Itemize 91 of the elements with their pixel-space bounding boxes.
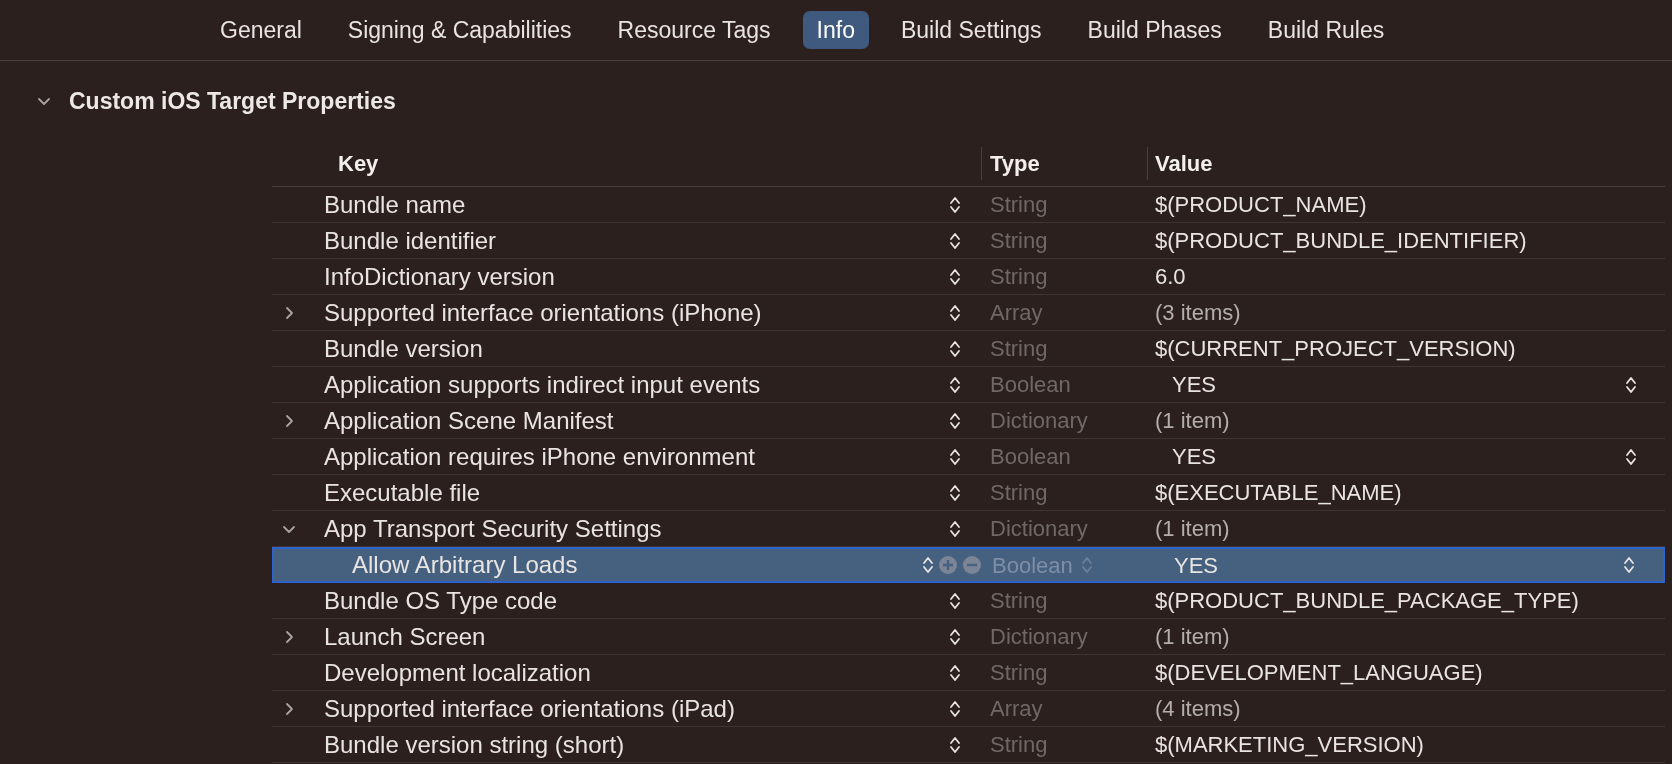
table-row[interactable]: Bundle version string (short) String $(MARKETING_VERSION) <box>272 727 1665 763</box>
key-text: Application Scene Manifest <box>324 405 614 436</box>
tab[interactable]: Build Settings <box>886 11 1056 49</box>
stepper-icon[interactable] <box>949 446 961 467</box>
type-text: Array <box>990 299 1043 327</box>
key-text: Application requires iPhone environment <box>324 441 755 472</box>
table-row[interactable]: Bundle version String $(CURRENT_PROJECT_VERSION) <box>272 331 1665 367</box>
type-text: Boolean <box>990 371 1071 399</box>
value-text: $(PRODUCT_BUNDLE_PACKAGE_TYPE) <box>1155 587 1579 615</box>
stepper-icon[interactable] <box>949 410 961 431</box>
boolean-value[interactable]: YES <box>1172 440 1217 473</box>
key-text: Bundle name <box>324 189 466 220</box>
type-text: String <box>990 587 1048 615</box>
table-row[interactable]: Bundle OS Type code String $(PRODUCT_BUNDLE_PACKAGE_TYPE) <box>272 583 1665 619</box>
key-text: InfoDictionary version <box>324 261 555 292</box>
item-count: (3 items) <box>1155 299 1241 327</box>
value-text: $(PRODUCT_NAME) <box>1155 191 1367 219</box>
stepper-icon[interactable] <box>949 698 961 719</box>
tab[interactable]: Resource Tags <box>603 11 785 49</box>
item-count: (1 item) <box>1155 407 1230 435</box>
key-text: Bundle version <box>324 333 483 364</box>
type-text: Dictionary <box>990 515 1088 543</box>
value-text: $(PRODUCT_BUNDLE_IDENTIFIER) <box>1155 227 1527 255</box>
key-text: Development localization <box>324 657 591 688</box>
type-text: Boolean <box>990 443 1071 471</box>
value-text: 6.0 <box>1155 263 1186 291</box>
stepper-icon[interactable] <box>949 626 961 647</box>
key-text: Supported interface orientations (iPad) <box>324 693 735 724</box>
tab[interactable]: Signing & Capabilities <box>333 11 586 49</box>
value-text: $(DEVELOPMENT_LANGUAGE) <box>1155 659 1483 687</box>
boolean-value[interactable]: YES <box>1172 368 1217 401</box>
stepper-icon[interactable] <box>949 662 961 683</box>
type-text: Array <box>990 695 1043 723</box>
stepper-icon[interactable] <box>949 266 961 287</box>
item-count: (1 item) <box>1155 623 1230 651</box>
type-text: Boolean <box>992 551 1073 580</box>
table-row[interactable]: Supported interface orientations (iPad) Array (4 items) <box>272 691 1665 727</box>
stepper-icon[interactable] <box>949 590 961 611</box>
item-count: (1 item) <box>1155 515 1230 543</box>
table-row[interactable]: Application requires iPhone environment Boolean YES <box>272 439 1665 475</box>
boolean-value[interactable]: YES <box>1174 548 1219 582</box>
key-text: Executable file <box>324 477 481 508</box>
type-text: String <box>990 659 1048 687</box>
column-header[interactable]: Type <box>981 147 1147 180</box>
stepper-icon[interactable] <box>949 374 961 395</box>
tab[interactable]: Info <box>802 11 869 49</box>
table-row[interactable]: Development localization String $(DEVELOPMENT_LANGUAGE) <box>272 655 1665 691</box>
popup-stepper-icon[interactable] <box>1625 446 1637 467</box>
type-text: String <box>990 263 1048 291</box>
tab[interactable]: Build Phases <box>1073 11 1236 49</box>
type-text: String <box>990 335 1048 363</box>
stepper-icon[interactable] <box>949 518 961 539</box>
stepper-icon[interactable] <box>949 230 961 251</box>
stepper-icon[interactable] <box>949 482 961 503</box>
popup-stepper-icon[interactable] <box>1625 374 1637 395</box>
table-row[interactable]: Executable file String $(EXECUTABLE_NAME) <box>272 475 1665 511</box>
table-row[interactable]: Application supports indirect input events Boolean YES <box>272 367 1665 403</box>
stepper-icon[interactable] <box>949 734 961 755</box>
key-text: Bundle identifier <box>324 225 497 256</box>
type-text: Dictionary <box>990 407 1088 435</box>
table-row[interactable]: Application Scene Manifest Dictionary (1 item) <box>272 403 1665 439</box>
key-text: Bundle version string (short) <box>324 729 625 760</box>
column-header[interactable]: Key <box>272 147 981 180</box>
type-text: String <box>990 731 1048 759</box>
section-title[interactable]: Custom iOS Target Properties <box>69 83 396 119</box>
type-text: String <box>990 479 1048 507</box>
value-text: $(MARKETING_VERSION) <box>1155 731 1424 759</box>
stepper-icon[interactable] <box>949 302 961 323</box>
stepper-icon[interactable] <box>949 338 961 359</box>
type-text: String <box>990 191 1048 219</box>
stepper-icon[interactable] <box>949 194 961 215</box>
key-text: Supported interface orientations (iPhone) <box>324 297 762 328</box>
table-row[interactable]: Bundle identifier String $(PRODUCT_BUNDLE_IDENTIFIER) <box>272 223 1665 259</box>
value-text: $(EXECUTABLE_NAME) <box>1155 479 1402 507</box>
tab[interactable]: General <box>206 11 316 49</box>
key-text: Application supports indirect input events <box>324 369 761 400</box>
key-text: Bundle OS Type code <box>324 585 558 616</box>
key-text: Launch Screen <box>324 621 486 652</box>
column-header[interactable]: Value <box>1147 147 1213 180</box>
key-text: App Transport Security Settings <box>324 513 662 544</box>
table-row[interactable]: InfoDictionary version String 6.0 <box>272 259 1665 295</box>
type-text: String <box>990 227 1048 255</box>
table-row[interactable]: Launch Screen Dictionary (1 item) <box>272 619 1665 655</box>
tab[interactable]: Build Rules <box>1253 11 1399 49</box>
selected-row[interactable]: Allow Arbitrary Loads Boolean YES <box>272 547 1665 583</box>
table-row[interactable]: Bundle name String $(PRODUCT_NAME) <box>272 187 1665 223</box>
value-text: $(CURRENT_PROJECT_VERSION) <box>1155 335 1516 363</box>
type-text: Dictionary <box>990 623 1088 651</box>
item-count: (4 items) <box>1155 695 1241 723</box>
table-row[interactable]: Supported interface orientations (iPhone) Array (3 items) <box>272 295 1665 331</box>
key-text: Allow Arbitrary Loads <box>351 550 578 580</box>
